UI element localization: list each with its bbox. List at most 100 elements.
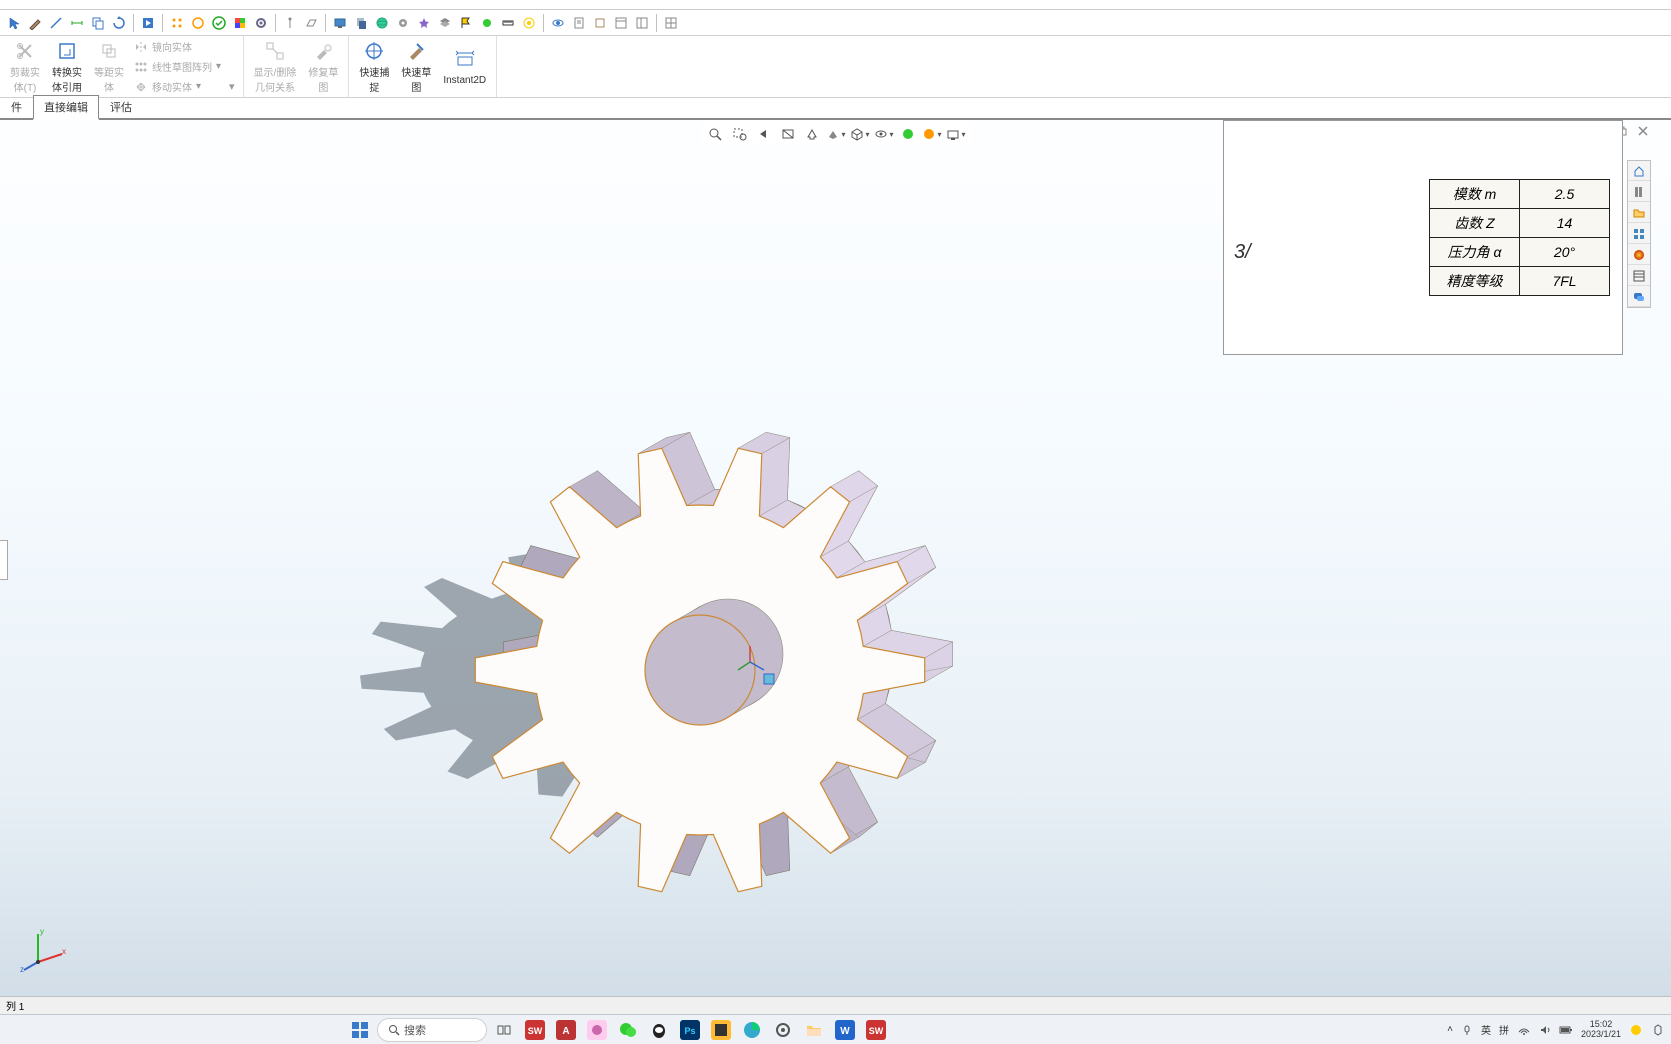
convert-ref-button[interactable]: 转换实 体引用 — [46, 38, 88, 96]
system-tray: ˄ 英 拼 15:02 2023/1/21 — [1447, 1020, 1665, 1040]
instant2d-button[interactable]: Instant2D — [437, 38, 492, 96]
box-icon[interactable]: ▾ — [849, 124, 871, 144]
repair-sketch-button: 修复草 图 — [302, 38, 344, 96]
solidworks-app-icon[interactable]: SW — [521, 1017, 549, 1043]
check-icon[interactable] — [209, 13, 229, 33]
tab-evaluate[interactable]: 评估 — [99, 95, 143, 118]
wifi-icon[interactable] — [1517, 1024, 1531, 1036]
library-icon[interactable] — [1628, 182, 1650, 202]
move-entity-item: 移动实体 ▾ — [130, 77, 225, 96]
gear2-icon[interactable] — [393, 13, 413, 33]
edge-app-icon[interactable] — [738, 1017, 766, 1043]
mic-icon[interactable] — [1461, 1024, 1473, 1036]
gear-icon[interactable] — [251, 13, 271, 33]
subtabs: 件 直接编辑 评估 — [0, 98, 1671, 120]
volume-icon[interactable] — [1539, 1024, 1551, 1036]
tray-clock[interactable]: 15:02 2023/1/21 — [1581, 1020, 1621, 1040]
shadow-icon[interactable] — [351, 13, 371, 33]
explorer-app-icon[interactable] — [800, 1017, 828, 1043]
view-orient-icon[interactable] — [801, 124, 823, 144]
line-icon[interactable] — [46, 13, 66, 33]
left-panel-handle[interactable] — [0, 540, 8, 580]
doc-icon[interactable] — [569, 13, 589, 33]
sketch-icon[interactable] — [25, 13, 45, 33]
tray-lang1[interactable]: 英 — [1481, 1022, 1491, 1037]
notification-icon[interactable] — [1629, 1023, 1643, 1037]
taskbar-search[interactable]: 搜索 — [377, 1018, 487, 1042]
properties-icon[interactable] — [1628, 266, 1650, 286]
display-icon[interactable] — [330, 13, 350, 33]
home-icon[interactable] — [1628, 161, 1650, 181]
display-style-icon[interactable]: ▾ — [825, 124, 847, 144]
repair-label: 修复草 图 — [308, 64, 338, 94]
tab-direct-edit[interactable]: 直接编辑 — [33, 95, 99, 120]
flag-icon[interactable] — [456, 13, 476, 33]
instant2d-icon — [452, 47, 478, 73]
task-view-icon[interactable] — [490, 1017, 518, 1043]
battery-icon[interactable] — [1559, 1025, 1573, 1035]
table-row: 齿数 Z14 — [1430, 209, 1610, 238]
start-button[interactable] — [346, 1017, 374, 1043]
view-palette-icon[interactable] — [1628, 224, 1650, 244]
panel-icon[interactable] — [632, 13, 652, 33]
snap-label: 快速捕 捉 — [359, 64, 389, 94]
pycharm-app-icon[interactable] — [707, 1017, 735, 1043]
rapid-label: 快速草 图 — [401, 64, 431, 94]
copy-icon[interactable] — [88, 13, 108, 33]
wechat-app-icon[interactable] — [614, 1017, 642, 1043]
show-delete-button: 显示/删除 几何关系 — [248, 38, 303, 96]
appearance-panel-icon[interactable] — [1628, 245, 1650, 265]
hide-show-icon[interactable]: ▾ — [873, 124, 895, 144]
execute-icon[interactable] — [138, 13, 158, 33]
separator — [162, 14, 163, 32]
prev-view-icon[interactable] — [753, 124, 775, 144]
gear-model[interactable] — [320, 300, 1040, 1000]
solidworks2-app-icon[interactable]: SW — [862, 1017, 890, 1043]
qq-app-icon[interactable] — [645, 1017, 673, 1043]
rapid-sketch-button[interactable]: 快速草 图 — [395, 38, 437, 96]
zoom-fit-icon[interactable] — [705, 124, 727, 144]
pattern-icon[interactable] — [167, 13, 187, 33]
globe-icon[interactable] — [372, 13, 392, 33]
copilot-icon[interactable] — [1651, 1023, 1665, 1037]
dot-icon[interactable] — [477, 13, 497, 33]
clip-app-icon[interactable] — [583, 1017, 611, 1043]
reference-image-panel[interactable]: 3/ 模数 m2.5 齿数 Z14 压力角 α20° 精度等级7FL — [1223, 120, 1623, 355]
color-icon[interactable] — [230, 13, 250, 33]
status-left: 列 1 — [6, 998, 24, 1013]
scene-icon[interactable]: ▾ — [921, 124, 943, 144]
dimension-icon[interactable] — [67, 13, 87, 33]
coordinate-triad[interactable]: y x z — [20, 924, 70, 974]
select-icon[interactable] — [4, 13, 24, 33]
eye-icon[interactable] — [548, 13, 568, 33]
table-icon[interactable] — [661, 13, 681, 33]
settings-icon[interactable]: ▾ — [945, 124, 967, 144]
appearance-icon[interactable] — [897, 124, 919, 144]
target-icon[interactable] — [519, 13, 539, 33]
circular-icon[interactable] — [188, 13, 208, 33]
tab-feature[interactable]: 件 — [0, 95, 33, 118]
section-icon[interactable] — [777, 124, 799, 144]
star-icon[interactable] — [414, 13, 434, 33]
quick-snap-button[interactable]: 快速捕 捉 — [353, 38, 395, 96]
folder-icon[interactable] — [1628, 203, 1650, 223]
clip-icon[interactable] — [590, 13, 610, 33]
axis-icon[interactable] — [280, 13, 300, 33]
word-app-icon[interactable]: W — [831, 1017, 859, 1043]
tray-lang2[interactable]: 拼 — [1499, 1022, 1509, 1037]
zoom-area-icon[interactable] — [729, 124, 751, 144]
ruler-icon[interactable] — [498, 13, 518, 33]
window-icon[interactable] — [611, 13, 631, 33]
tray-chevron-icon[interactable]: ˄ — [1447, 1024, 1453, 1035]
layers-icon[interactable] — [435, 13, 455, 33]
photoshop-app-icon[interactable]: Ps — [676, 1017, 704, 1043]
plane-icon[interactable] — [301, 13, 321, 33]
rotate-icon[interactable] — [109, 13, 129, 33]
vp-close-icon[interactable] — [1635, 124, 1651, 138]
autocad-app-icon[interactable]: A — [552, 1017, 580, 1043]
settings-app-icon[interactable] — [769, 1017, 797, 1043]
viewport-3d[interactable]: ▾ ▾ ▾ ▾ ▾ 3/ 模数 m2.5 齿数 Z14 压力角 α20° 精度等… — [0, 120, 1671, 1014]
group-dropdown[interactable]: ▾ — [225, 80, 239, 97]
forum-icon[interactable] — [1628, 287, 1650, 307]
mirror-entity-item: 镜向实体 — [130, 37, 225, 56]
